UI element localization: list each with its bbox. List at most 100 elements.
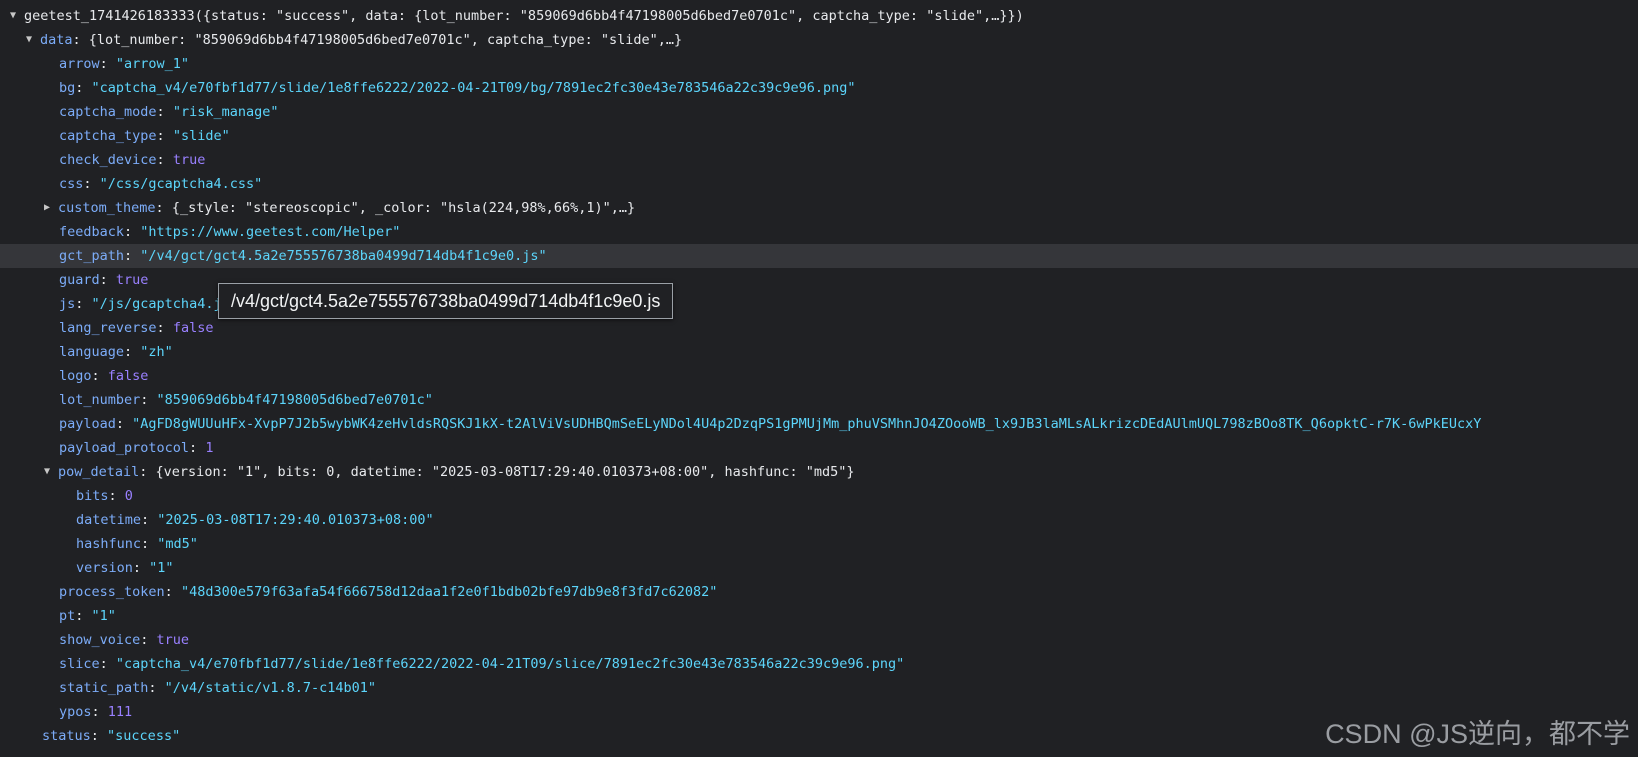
- punctuation: :: [124, 248, 141, 264]
- punctuation: :: [156, 152, 173, 168]
- punctuation: :: [108, 488, 125, 504]
- tree-row-version[interactable]: version: "1": [0, 556, 1638, 580]
- tree-row-custom-theme[interactable]: ▶ custom_theme: {_style: "stereoscopic", …: [0, 196, 1638, 220]
- punctuation: :: [99, 272, 116, 288]
- property-value: "/css/gcaptcha4.css": [99, 176, 263, 192]
- property-key: ypos: [59, 704, 92, 720]
- property-value: "48d300e579f63afa54f666758d12daa1f2e0f1b…: [180, 584, 718, 600]
- property-value[interactable]: "/v4/gct/gct4.5a2e755576738ba0499d714db4…: [140, 248, 546, 264]
- property-key: check_device: [59, 152, 157, 168]
- punctuation: :: [148, 680, 165, 696]
- punctuation: :: [156, 320, 173, 336]
- tree-row-lang-reverse[interactable]: lang_reverse: false: [0, 316, 1638, 340]
- tree-row-process-token[interactable]: process_token: "48d300e579f63afa54f66675…: [0, 580, 1638, 604]
- property-value: "success": [107, 728, 181, 744]
- property-value[interactable]: "captcha_v4/e70fbf1d77/slide/1e8ffe6222/…: [92, 80, 856, 96]
- property-key: geetest_1741426183333: [24, 8, 195, 24]
- property-value[interactable]: "captcha_v4/e70fbf1d77/slide/1e8ffe6222/…: [116, 656, 904, 672]
- property-key: data: [40, 32, 73, 48]
- property-key: arrow: [59, 56, 100, 72]
- tree-row-captcha-type[interactable]: captcha_type: "slide": [0, 124, 1638, 148]
- object-preview: {status: "success", data: {lot_number: "…: [202, 8, 1016, 24]
- property-value: "/v4/static/v1.8.7-c14b01": [164, 680, 376, 696]
- punctuation: :: [91, 368, 108, 384]
- punctuation: :: [164, 584, 181, 600]
- punctuation: :: [189, 440, 206, 456]
- tree-row-logo[interactable]: logo: false: [0, 364, 1638, 388]
- tree-row-captcha-mode[interactable]: captcha_mode: "risk_manage": [0, 100, 1638, 124]
- tree-row-feedback[interactable]: feedback: "https://www.geetest.com/Helpe…: [0, 220, 1638, 244]
- property-value: "zh": [140, 344, 173, 360]
- punctuation: :: [139, 464, 156, 480]
- tree-row-arrow[interactable]: arrow: "arrow_1": [0, 52, 1638, 76]
- punctuation: :: [124, 224, 141, 240]
- collapse-triangle-icon[interactable]: ▶: [42, 196, 52, 220]
- property-value: false: [172, 320, 214, 336]
- punctuation: :: [140, 392, 157, 408]
- property-key: pow_detail: [58, 464, 140, 480]
- tree-row-gct-path[interactable]: gct_path: "/v4/gct/gct4.5a2e755576738ba0…: [0, 244, 1638, 268]
- property-value: 111: [107, 704, 133, 720]
- property-key: show_voice: [59, 632, 141, 648]
- property-value: "2025-03-08T17:29:40.010373+08:00": [157, 512, 434, 528]
- property-key: lot_number: [59, 392, 141, 408]
- property-value: "1": [149, 560, 174, 576]
- csdn-watermark: CSDN @JS逆向，都不学: [1325, 719, 1630, 749]
- property-key: gct_path: [59, 248, 125, 264]
- punctuation: ): [1015, 8, 1024, 24]
- property-value: true: [172, 152, 206, 168]
- property-value: "md5": [157, 536, 198, 552]
- property-key: static_path: [59, 680, 149, 696]
- tree-row-static-path[interactable]: static_path: "/v4/static/v1.8.7-c14b01": [0, 676, 1638, 700]
- property-key: captcha_type: [59, 128, 157, 144]
- object-tree: ▼ geetest_1741426183333({status: "success…: [0, 4, 1638, 748]
- punctuation: :: [83, 176, 100, 192]
- property-key: js: [59, 296, 76, 312]
- punctuation: :: [75, 80, 92, 96]
- tree-row-payload[interactable]: payload: "AgFD8gWUUuHFx-XvpP7J2b5wybWK4z…: [0, 412, 1638, 436]
- tree-row-bg[interactable]: bg: "captcha_v4/e70fbf1d77/slide/1e8ffe6…: [0, 76, 1638, 100]
- object-preview: {lot_number: "859069d6bb4f47198005d6bed7…: [88, 32, 683, 48]
- tree-row-pow-detail[interactable]: ▼ pow_detail: {version: "1", bits: 0, dat…: [0, 460, 1638, 484]
- punctuation: :: [99, 56, 116, 72]
- punctuation: :: [155, 200, 172, 216]
- object-preview: {version: "1", bits: 0, datetime: "2025-…: [155, 464, 855, 480]
- expand-triangle-icon[interactable]: ▼: [42, 460, 52, 484]
- tree-row-check-device[interactable]: check_device: true: [0, 148, 1638, 172]
- punctuation: :: [156, 128, 173, 144]
- punctuation: :: [90, 728, 108, 744]
- tree-row-language[interactable]: language: "zh": [0, 340, 1638, 364]
- punctuation: :: [99, 656, 116, 672]
- tree-row-css[interactable]: css: "/css/gcaptcha4.css": [0, 172, 1638, 196]
- object-preview: {_style: "stereoscopic", _color: "hsla(2…: [171, 200, 636, 216]
- property-key: payload: [59, 416, 116, 432]
- expand-triangle-icon[interactable]: ▼: [8, 4, 18, 28]
- tree-row-root[interactable]: ▼ geetest_1741426183333({status: "success…: [0, 4, 1638, 28]
- punctuation: :: [141, 512, 158, 528]
- punctuation: (: [194, 8, 203, 24]
- property-value: "/js/gcaptcha4.js": [91, 296, 238, 312]
- tree-row-hashfunc[interactable]: hashfunc: "md5": [0, 532, 1638, 556]
- tree-row-show-voice[interactable]: show_voice: true: [0, 628, 1638, 652]
- property-value[interactable]: "https://www.geetest.com/Helper": [140, 224, 400, 240]
- property-value: "1": [91, 608, 116, 624]
- tree-row-bits[interactable]: bits: 0: [0, 484, 1638, 508]
- tree-row-payload-protocol[interactable]: payload_protocol: 1: [0, 436, 1638, 460]
- tree-row-pt[interactable]: pt: "1": [0, 604, 1638, 628]
- property-key: version: [76, 560, 133, 576]
- property-value: "859069d6bb4f47198005d6bed7e0701c": [156, 392, 433, 408]
- property-value: true: [156, 632, 190, 648]
- expand-triangle-icon[interactable]: ▼: [24, 28, 34, 52]
- property-key: bits: [76, 488, 109, 504]
- tree-row-datetime[interactable]: datetime: "2025-03-08T17:29:40.010373+08…: [0, 508, 1638, 532]
- punctuation: :: [75, 608, 92, 624]
- punctuation: :: [132, 560, 150, 576]
- tree-row-lot-number[interactable]: lot_number: "859069d6bb4f47198005d6bed7e…: [0, 388, 1638, 412]
- punctuation: :: [75, 296, 92, 312]
- punctuation: :: [124, 344, 141, 360]
- property-value: "risk_manage": [172, 104, 279, 120]
- tree-row-slice[interactable]: slice: "captcha_v4/e70fbf1d77/slide/1e8f…: [0, 652, 1638, 676]
- tree-row-data[interactable]: ▼ data: {lot_number: "859069d6bb4f4719800…: [0, 28, 1638, 52]
- punctuation: :: [115, 416, 133, 432]
- punctuation: :: [72, 32, 89, 48]
